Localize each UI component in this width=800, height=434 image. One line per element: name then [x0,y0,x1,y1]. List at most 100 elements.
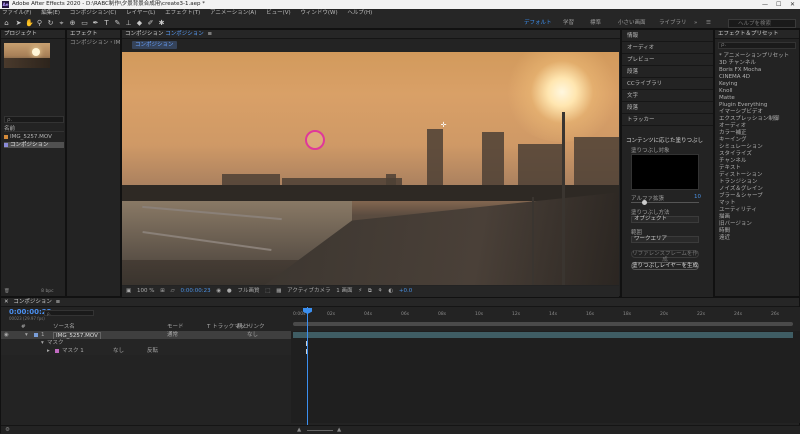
menu-window[interactable]: ウィンドウ(W) [300,10,337,16]
effects-category[interactable]: 描画 [719,214,730,220]
panel-character[interactable]: 文字 [622,90,713,102]
layer-parent-select[interactable]: なし [247,331,258,339]
layer-row[interactable]: ◉ ▾ 1 IMG_5257.MOV 通常 なし [1,331,291,340]
generate-fill-layer-button[interactable]: 塗りつぶしレイヤーを生成 [631,262,699,270]
composition-panel-title[interactable]: コンポジション コンポジション ≡ [122,30,620,39]
expand-icon[interactable]: ▾ [25,331,28,339]
menu-composition[interactable]: コンポジション(C) [70,10,117,16]
reset-exposure-icon[interactable]: ◐ [388,288,393,294]
roto-brush-tool-icon[interactable]: ✐ [146,19,155,28]
playhead[interactable] [307,307,308,425]
close-icon[interactable]: ✕ [790,0,795,9]
mask-mode-select[interactable]: なし [113,347,124,355]
timeline-zoom-slider[interactable] [307,430,333,431]
effects-category[interactable]: Plugin Everything [719,102,767,108]
effects-category[interactable]: ディストーション [719,172,763,178]
effects-category[interactable]: 旧バージョン [719,221,752,227]
panel-menu-icon[interactable]: ≡ [208,31,213,37]
col-mode[interactable]: モード [167,323,184,331]
composition-tab[interactable]: コンポジション [132,41,177,49]
effects-category[interactable]: エクスプレッション制御 [719,116,779,122]
mask-name[interactable]: マスク 1 [62,347,84,355]
effects-category[interactable]: Keying [719,81,737,87]
zoom-select[interactable]: 100 % [137,288,154,294]
project-panel-title[interactable]: プロジェクト [1,30,65,39]
menu-effect[interactable]: エフェクト(T) [165,10,200,16]
panel-audio[interactable]: オーディオ [622,42,713,54]
menu-file[interactable]: ファイル(F) [2,10,31,16]
effects-category[interactable]: テキスト [719,165,741,171]
puppet-tool-icon[interactable]: ✱ [157,19,166,28]
region-of-interest-icon[interactable]: ⬚ [265,288,270,294]
layer-label-color[interactable] [34,333,38,337]
effects-category[interactable]: Knoll [719,88,733,94]
panel-info[interactable]: 情報 [622,30,713,42]
workspace-default[interactable]: デフォルト [524,18,552,29]
menu-view[interactable]: ビュー(V) [266,10,291,16]
mask-color-swatch[interactable] [55,349,59,353]
work-area-bar[interactable] [293,322,793,326]
effects-category[interactable]: マット [719,200,736,206]
effects-category[interactable]: ノイズ＆グレイン [719,186,763,192]
workspace-small-screen[interactable]: 小さい画面 [618,18,646,29]
pen-tool-icon[interactable]: ✒ [91,19,100,28]
snapshot-icon[interactable]: ◉ [216,288,221,294]
panel-paragraph-b[interactable]: 段落 [622,102,713,114]
panel-tracker[interactable]: トラッカー [622,114,713,126]
transparency-grid-icon[interactable]: ▦ [276,288,281,294]
fill-method-select[interactable]: オブジェクト [631,216,699,223]
effects-category[interactable]: キーイング [719,137,747,143]
effect-controls-title[interactable]: エフェクト [67,30,120,39]
expand-icon[interactable]: ▸ [47,347,50,355]
effects-category[interactable]: Boris FX Mocha [719,67,761,73]
zoom-out-icon[interactable]: ▲ [297,427,301,433]
flowchart-icon[interactable]: ⚘ [378,288,383,294]
close-tab-icon[interactable]: ✕ [4,299,9,305]
mask-inverted-checkbox[interactable]: 反転 [147,347,158,355]
timeline-search-input[interactable]: ρ. [44,310,94,316]
camera-select[interactable]: アクティブカメラ [287,288,330,294]
effects-category[interactable]: トランジション [719,179,758,185]
layer-mode-select[interactable]: 通常 [167,331,178,339]
workspace-panel-icon[interactable]: ☰ [706,18,711,29]
timeline-tab[interactable]: ✕ コンポジション ≡ [1,298,799,307]
create-reference-frame-button[interactable]: リファレンスフレームを作成 [631,250,699,263]
workspace-libraries[interactable]: ライブラリ [659,18,687,29]
exposure-value[interactable]: +0.0 [399,288,412,294]
mask-group-row[interactable]: ▾ マスク [1,339,291,347]
range-select[interactable]: ワークエリア [631,236,699,243]
panel-menu-icon[interactable]: ≡ [56,299,61,305]
bit-depth-label[interactable]: 8 bpc [41,289,53,294]
anchor-point-icon[interactable]: ✛ [440,122,447,129]
alpha-expand-value[interactable]: 10 [694,194,701,200]
project-search-input[interactable]: ρ. [4,116,64,123]
effects-category[interactable]: 3D チャンネル [719,60,756,66]
workspace-standard[interactable]: 標準 [590,18,601,29]
timeline-toggle-icon[interactable]: ⧉ [368,288,372,294]
menu-layer[interactable]: レイヤー(L) [126,10,155,16]
grid-icon[interactable]: ⊞ [160,288,165,294]
effects-category[interactable]: 時間 [719,228,730,234]
panel-preview[interactable]: プレビュー [622,54,713,66]
eraser-tool-icon[interactable]: ◆ [135,19,144,28]
content-aware-fill-title[interactable]: コンテンツに応じた塗りつぶし [626,136,703,144]
resolution-select[interactable]: フル画質 [237,288,259,294]
effects-category[interactable]: カラー補正 [719,130,747,136]
workspace-more-icon[interactable]: » [694,18,697,29]
brush-tool-icon[interactable]: ✎ [113,19,122,28]
panel-cc-libraries[interactable]: CCライブラリ [622,78,713,90]
menu-help[interactable]: ヘルプ(H) [347,10,372,16]
zoom-tool-icon[interactable]: ⚲ [35,19,44,28]
current-time[interactable]: 0:00:00:23 [181,288,211,294]
menu-animation[interactable]: アニメーション(A) [210,10,256,16]
rotate-tool-icon[interactable]: ↻ [46,19,55,28]
effects-category[interactable]: スタイライズ [719,151,752,157]
panel-paragraph-a[interactable]: 段落 [622,66,713,78]
menu-edit[interactable]: 編集(E) [41,10,60,16]
alpha-expand-slider-handle[interactable] [642,200,647,205]
composition-viewer[interactable]: ✛ [122,52,619,285]
trash-icon[interactable]: 🗑 [4,289,10,294]
rectangle-tool-icon[interactable]: ▭ [80,19,89,28]
hand-tool-icon[interactable]: ✋ [25,19,34,28]
time-ruler[interactable]: 0:00s 02s 04s 06s 08s 10s 12s 14s 16s 18… [291,307,800,331]
